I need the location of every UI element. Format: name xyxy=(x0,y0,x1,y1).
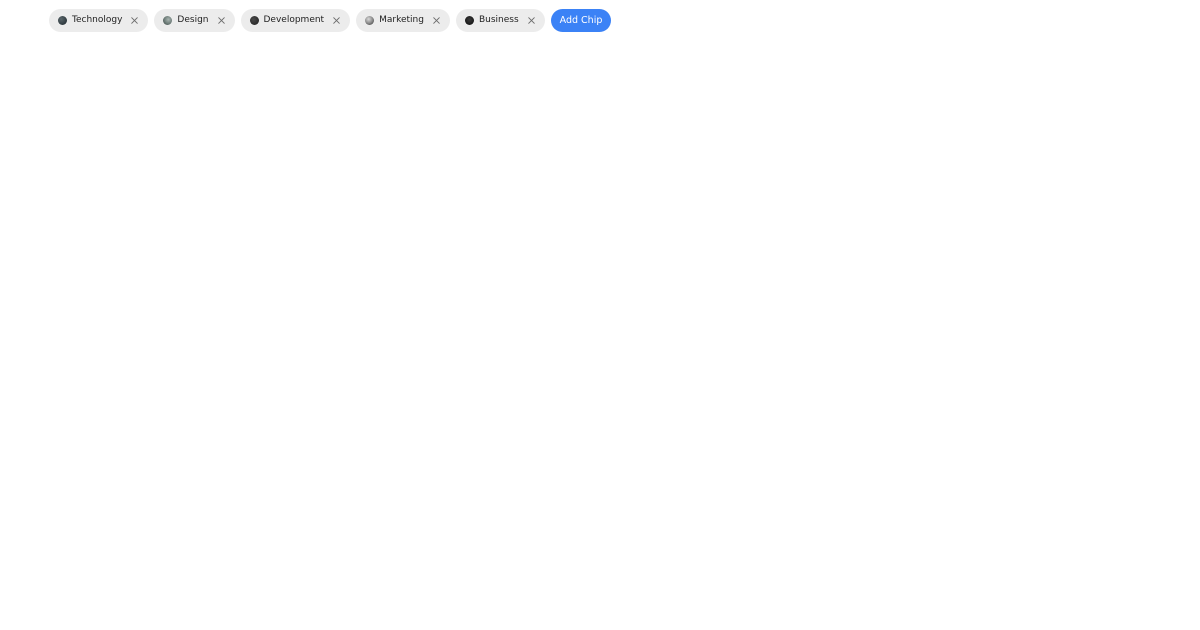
chip-label: Marketing xyxy=(379,15,424,25)
chip-marketing[interactable]: Marketing xyxy=(356,9,450,32)
add-chip-button[interactable]: Add Chip xyxy=(550,9,612,32)
chip-label: Business xyxy=(478,15,519,25)
chip-label: Design xyxy=(177,15,209,25)
close-icon[interactable] xyxy=(432,16,441,25)
close-icon[interactable] xyxy=(527,16,536,25)
development-avatar-icon xyxy=(249,16,259,25)
chip-development[interactable]: Development xyxy=(240,9,351,32)
chip-list: Technology Design Development Marketing … xyxy=(49,9,612,32)
design-avatar-icon xyxy=(163,16,173,25)
chip-label: Development xyxy=(263,15,325,25)
close-icon[interactable] xyxy=(217,16,226,25)
chip-label: Technology xyxy=(72,15,123,25)
marketing-avatar-icon xyxy=(365,16,375,25)
chip-technology[interactable]: Technology xyxy=(49,9,149,32)
close-icon[interactable] xyxy=(130,16,139,25)
chip-business[interactable]: Business xyxy=(455,9,545,32)
business-avatar-icon xyxy=(464,16,474,25)
chip-design[interactable]: Design xyxy=(154,9,235,32)
close-icon[interactable] xyxy=(332,16,341,25)
technology-avatar-icon xyxy=(58,16,67,25)
